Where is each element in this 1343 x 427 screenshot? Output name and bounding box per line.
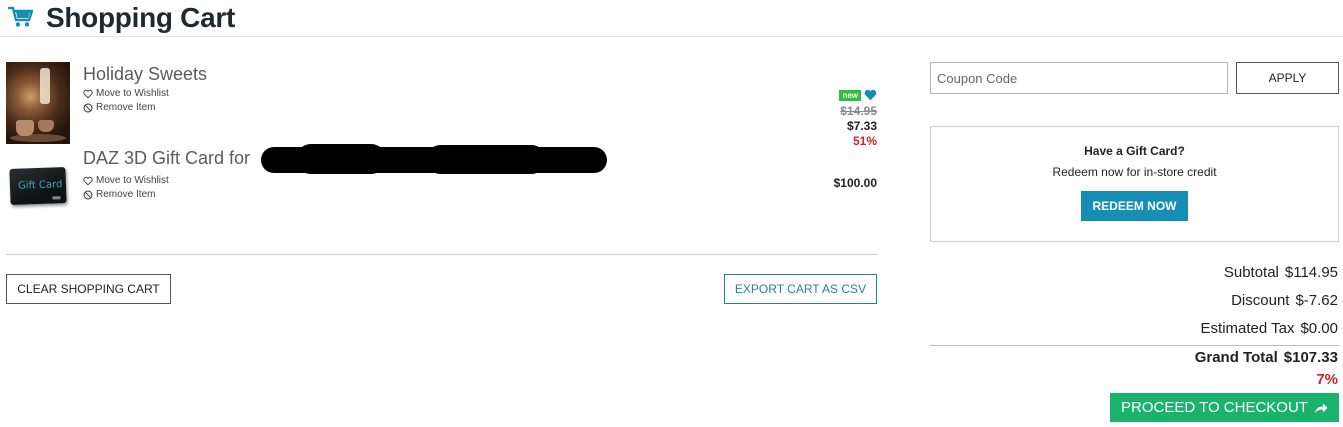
move-to-wishlist-label: Move to Wishlist <box>96 175 169 186</box>
discount-value: $-7.62 <box>1295 292 1338 309</box>
grand-total-value: $107.33 <box>1283 349 1338 366</box>
gift-card-image-text: Gift Card <box>17 179 63 192</box>
gift-card-subtitle: Redeem now for in-store credit <box>1052 165 1217 179</box>
discount-row: Discount $-7.62 <box>1231 292 1338 309</box>
page-title: Shopping Cart <box>46 2 235 33</box>
sale-price: $7.33 <box>846 119 877 133</box>
redeem-now-button[interactable]: REDEEM NOW <box>1081 191 1188 221</box>
heart-icon[interactable] <box>864 89 877 101</box>
ban-icon <box>83 190 93 199</box>
product-name[interactable]: DAZ 3D Gift Card for <box>83 148 250 169</box>
cart-icon <box>8 6 34 27</box>
move-to-wishlist-label: Move to Wishlist <box>96 88 169 99</box>
move-to-wishlist-link[interactable]: Move to Wishlist <box>83 88 169 99</box>
clear-cart-button[interactable]: CLEAR SHOPPING CART <box>6 274 171 304</box>
item-price: $100.00 <box>833 176 877 190</box>
page-header: Shopping Cart <box>0 0 1343 37</box>
tax-row: Estimated Tax $0.00 <box>1201 320 1338 337</box>
gift-card-image: Gift Card <box>9 167 67 205</box>
remove-item-link[interactable]: Remove Item <box>83 102 155 113</box>
remove-item-label: Remove Item <box>96 189 156 200</box>
summary-divider <box>930 345 1339 346</box>
grand-total-label: Grand Total <box>1194 349 1278 366</box>
product-thumbnail[interactable]: Gift Card <box>6 146 70 228</box>
move-to-wishlist-link[interactable]: Move to Wishlist <box>83 175 169 186</box>
subtotal-label: Subtotal <box>1223 264 1279 281</box>
remove-item-label: Remove Item <box>96 102 156 113</box>
discount-label: Discount <box>1231 292 1290 309</box>
original-price: $14.95 <box>840 104 877 118</box>
export-csv-button[interactable]: EXPORT CART AS CSV <box>724 274 877 304</box>
product-badges: new <box>839 89 877 101</box>
apply-coupon-button[interactable]: APPLY <box>1236 62 1339 94</box>
checkout-label: PROCEED TO CHECKOUT <box>1121 399 1308 416</box>
coupon-code-input[interactable] <box>930 62 1228 94</box>
cart-item: Holiday Sweets Move to Wishlist Remove I… <box>6 62 877 148</box>
proceed-to-checkout-button[interactable]: PROCEED TO CHECKOUT <box>1110 393 1339 422</box>
gift-card-panel: Have a Gift Card? Redeem now for in-stor… <box>930 126 1339 242</box>
grand-total-row: Grand Total $107.33 <box>1195 349 1338 366</box>
gift-card-title: Have a Gift Card? <box>1084 144 1185 158</box>
divider <box>6 254 877 255</box>
heart-outline-icon <box>83 176 93 185</box>
heart-outline-icon <box>83 89 93 98</box>
subtotal-value: $114.95 <box>1284 264 1338 281</box>
new-badge: new <box>839 89 861 101</box>
subtotal-row: Subtotal $114.95 <box>1224 264 1338 281</box>
product-thumbnail[interactable] <box>6 62 70 144</box>
savings-percent: 7% <box>1316 371 1338 388</box>
cart-item: Gift Card DAZ 3D Gift Card for Move to W… <box>6 144 877 234</box>
tax-label: Estimated Tax <box>1200 320 1295 337</box>
remove-item-link[interactable]: Remove Item <box>83 189 155 200</box>
product-name[interactable]: Holiday Sweets <box>83 64 207 85</box>
tax-value: $0.00 <box>1300 320 1338 337</box>
share-arrow-icon <box>1314 403 1328 413</box>
ban-icon <box>83 103 93 112</box>
